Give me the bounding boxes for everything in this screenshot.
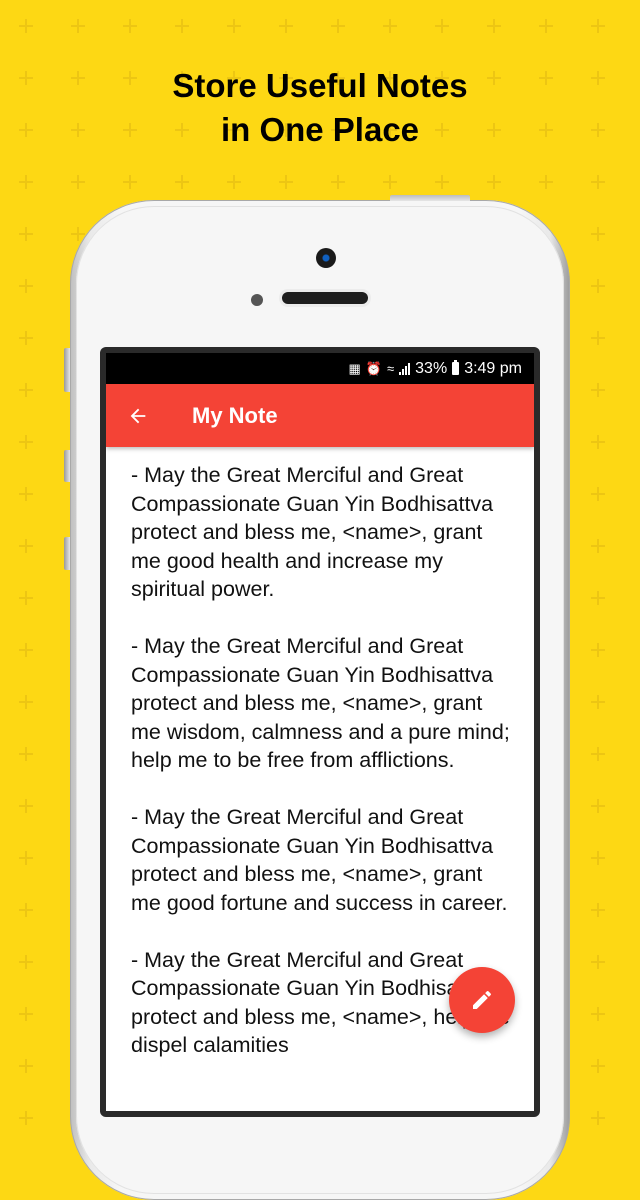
plus-pattern-icon (19, 591, 33, 605)
plus-pattern-icon (591, 175, 605, 189)
plus-pattern-icon (19, 487, 33, 501)
note-paragraph: - May the Great Merciful and Great Compa… (131, 463, 500, 601)
app-screen: ▦ ⏰ ≈ 33% 3:49 pm My Note - May the Grea… (106, 353, 534, 1111)
plus-pattern-icon (591, 851, 605, 865)
plus-pattern-icon (383, 19, 397, 33)
wifi-icon: ≈ (387, 361, 395, 376)
headline-line-1: Store Useful Notes (172, 67, 468, 104)
plus-pattern-icon (19, 227, 33, 241)
status-time: 3:49 pm (464, 359, 522, 377)
battery-percent: 33% (415, 359, 448, 377)
mute-switch (64, 348, 70, 392)
plus-pattern-icon (19, 331, 33, 345)
plus-pattern-icon (331, 175, 345, 189)
plus-pattern-icon (19, 19, 33, 33)
plus-pattern-icon (591, 1111, 605, 1125)
plus-pattern-icon (19, 1007, 33, 1021)
note-paragraph: - May the Great Merciful and Great Compa… (131, 634, 516, 772)
plus-pattern-icon (19, 695, 33, 709)
plus-pattern-icon (19, 747, 33, 761)
plus-pattern-icon (591, 487, 605, 501)
plus-pattern-icon (591, 331, 605, 345)
plus-pattern-icon (591, 955, 605, 969)
back-button[interactable] (106, 384, 170, 447)
plus-pattern-icon (383, 175, 397, 189)
plus-pattern-icon (591, 227, 605, 241)
battery-saver-icon: ▦ (348, 361, 361, 376)
signal-icon (399, 362, 411, 375)
earpiece-speaker-icon (282, 292, 368, 304)
plus-pattern-icon (591, 279, 605, 293)
page-title: My Note (192, 402, 278, 428)
plus-pattern-icon (591, 435, 605, 449)
plus-pattern-icon (19, 279, 33, 293)
plus-pattern-icon (591, 539, 605, 553)
plus-pattern-icon (19, 799, 33, 813)
plus-pattern-icon (227, 19, 241, 33)
plus-pattern-icon (539, 19, 553, 33)
pencil-icon (473, 990, 492, 1009)
plus-pattern-icon (71, 19, 85, 33)
plus-pattern-icon (591, 643, 605, 657)
plus-pattern-icon (175, 19, 189, 33)
plus-pattern-icon (279, 19, 293, 33)
power-button (390, 195, 470, 201)
plus-pattern-icon (71, 175, 85, 189)
plus-pattern-icon (435, 175, 449, 189)
plus-pattern-icon (591, 1059, 605, 1073)
battery-icon (452, 360, 460, 375)
plus-pattern-icon (19, 903, 33, 917)
plus-pattern-icon (591, 19, 605, 33)
plus-pattern-icon (227, 175, 241, 189)
plus-pattern-icon (591, 383, 605, 397)
volume-up-button (64, 450, 70, 482)
plus-pattern-icon (19, 1111, 33, 1125)
front-camera-icon (316, 248, 336, 268)
proximity-sensor-icon (251, 294, 263, 306)
plus-pattern-icon (123, 19, 137, 33)
alarm-icon: ⏰ (365, 361, 383, 376)
plus-pattern-icon (539, 175, 553, 189)
app-bar: My Note (106, 384, 534, 447)
plus-pattern-icon (19, 1059, 33, 1073)
arrow-left-icon (130, 408, 146, 423)
plus-pattern-icon (19, 955, 33, 969)
plus-pattern-icon (591, 695, 605, 709)
plus-pattern-icon (123, 175, 137, 189)
plus-pattern-icon (591, 799, 605, 813)
plus-pattern-icon (19, 539, 33, 553)
note-content[interactable]: - May the Great Merciful and Great Compa… (106, 447, 534, 1060)
plus-pattern-icon (279, 175, 293, 189)
headline-line-2: in One Place (220, 111, 420, 148)
plus-pattern-icon (331, 19, 345, 33)
plus-pattern-icon (591, 747, 605, 761)
plus-pattern-icon (591, 903, 605, 917)
plus-pattern-icon (19, 383, 33, 397)
promo-headline: Store Useful Notes in One Place (0, 64, 640, 152)
note-paragraph: - May the Great Merciful and Great Compa… (131, 805, 508, 915)
edit-note-button[interactable] (449, 967, 515, 1033)
volume-down-button (64, 537, 70, 570)
plus-pattern-icon (19, 643, 33, 657)
plus-pattern-icon (19, 435, 33, 449)
plus-pattern-icon (591, 591, 605, 605)
plus-pattern-icon (19, 851, 33, 865)
plus-pattern-icon (175, 175, 189, 189)
plus-pattern-icon (487, 175, 501, 189)
plus-pattern-icon (435, 19, 449, 33)
plus-pattern-icon (487, 19, 501, 33)
plus-pattern-icon (591, 1007, 605, 1021)
plus-pattern-icon (19, 175, 33, 189)
status-bar: ▦ ⏰ ≈ 33% 3:49 pm (106, 353, 534, 384)
